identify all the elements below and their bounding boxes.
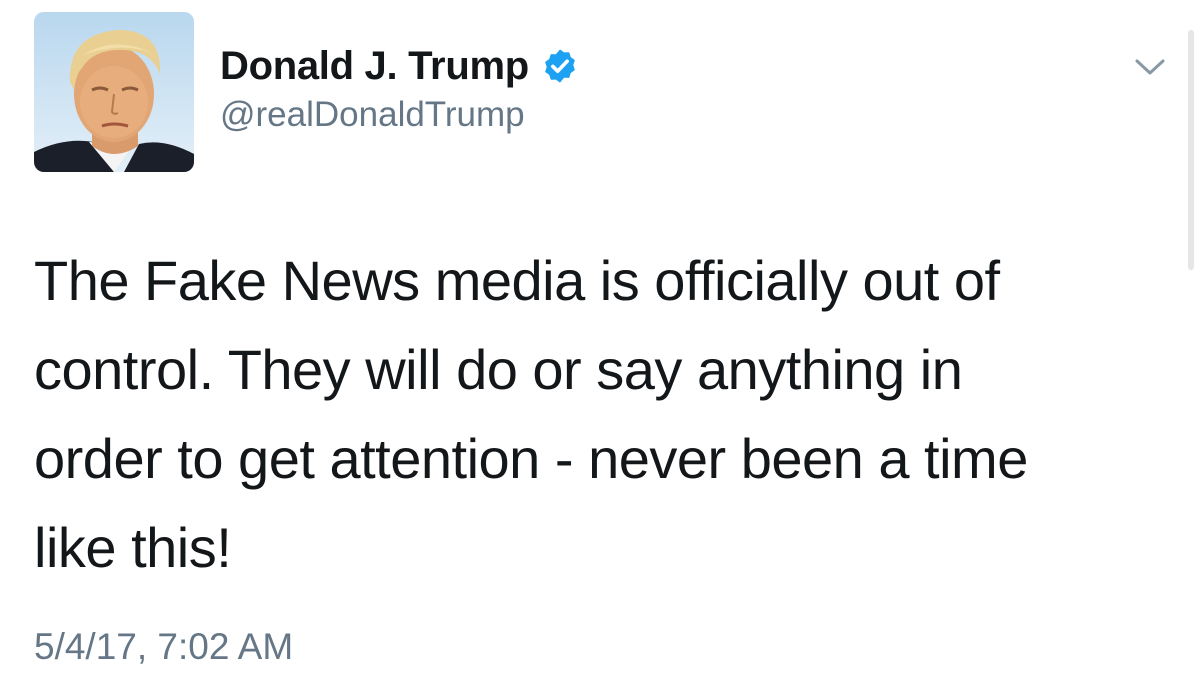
tweet-text: The Fake News media is officially out of… — [34, 236, 1174, 592]
avatar[interactable] — [34, 12, 194, 172]
chevron-down-icon — [1135, 59, 1165, 75]
profile-name-row: Donald J. Trump — [220, 40, 579, 92]
tweet-text-line: The Fake News media is officially out of — [34, 249, 1000, 312]
tweet-text-line: order to get attention - never been a ti… — [34, 427, 1028, 490]
display-name[interactable]: Donald J. Trump — [220, 44, 529, 89]
verified-badge-icon — [544, 49, 575, 83]
tweet-text-line: like this! — [34, 516, 232, 579]
tweet-text-line: control. They will do or say anything in — [34, 338, 963, 401]
tweet-menu-button[interactable] — [1128, 50, 1172, 84]
scrollbar[interactable] — [1188, 30, 1194, 270]
tweet-timestamp[interactable]: 5/4/17, 7:02 AM — [34, 626, 293, 668]
username-handle[interactable]: @realDonaldTrump — [220, 95, 525, 135]
profile-photo-icon — [34, 12, 194, 172]
